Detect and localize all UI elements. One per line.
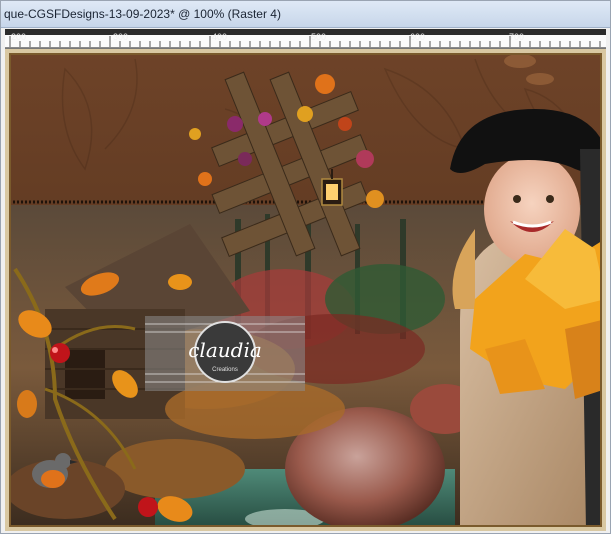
horizontal-ruler[interactable]: 200 300 400 500 600 700	[5, 29, 606, 48]
watermark-subtext: Creations	[212, 367, 238, 373]
watermark-logo: claudia Creations	[145, 316, 305, 391]
ruler-label-600: 600	[410, 32, 426, 42]
image-window: que-CGSFDesigns-13-09-2023* @ 100% (Rast…	[0, 0, 611, 534]
ruler-label-200: 200	[11, 32, 27, 42]
window-titlebar[interactable]: que-CGSFDesigns-13-09-2023* @ 100% (Rast…	[1, 1, 610, 28]
leaf-shape	[504, 54, 536, 68]
window-title: que-CGSFDesigns-13-09-2023* @ 100% (Rast…	[4, 7, 281, 21]
ruler-label-400: 400	[212, 32, 228, 42]
autumn-artwork: claudia Creations	[5, 49, 606, 531]
image-canvas[interactable]: claudia Creations	[5, 48, 606, 531]
ruler-label-700: 700	[509, 32, 525, 42]
watermark-text: claudia	[188, 338, 262, 362]
ruler-label-300: 300	[113, 32, 129, 42]
ruler-label-500: 500	[311, 32, 327, 42]
leaf-shape	[526, 73, 554, 85]
